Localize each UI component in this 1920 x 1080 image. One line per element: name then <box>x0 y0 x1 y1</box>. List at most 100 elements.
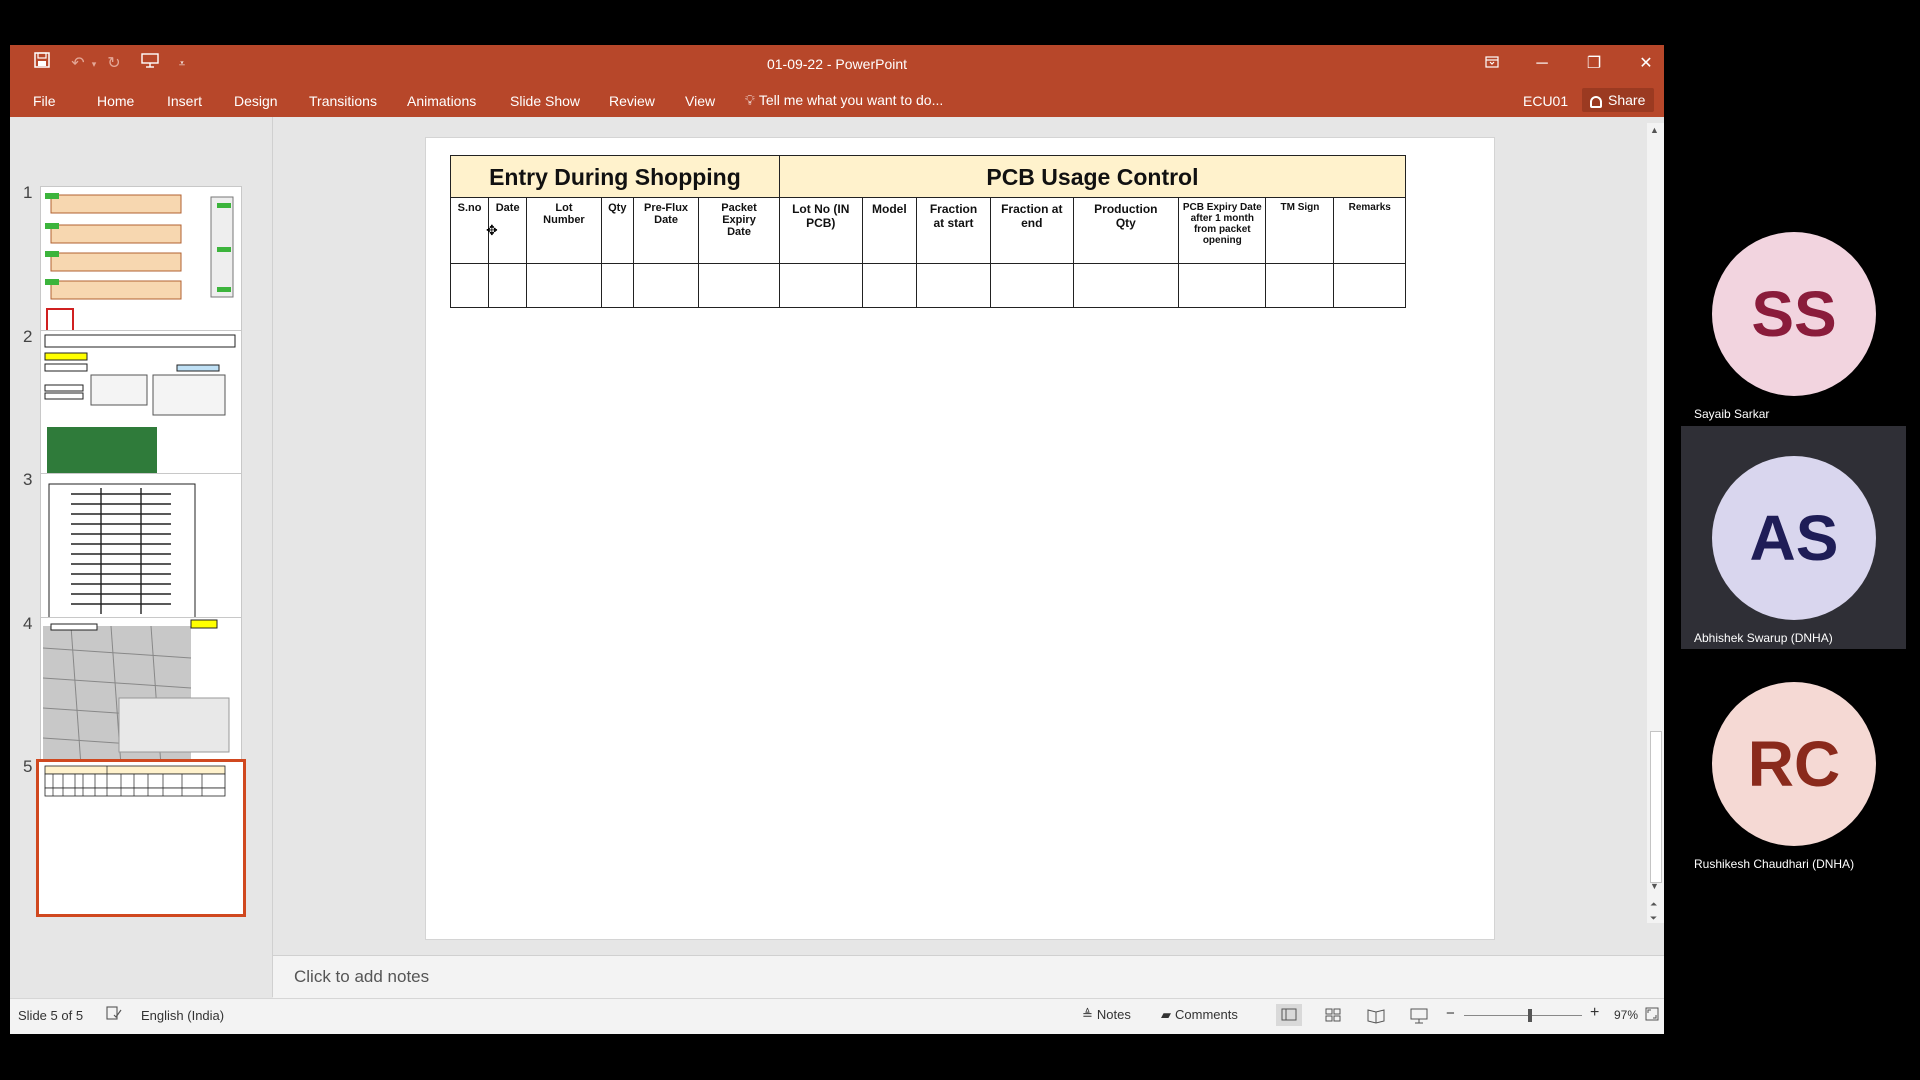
col-header[interactable]: Packet Expiry Date <box>698 197 780 264</box>
pcb-usage-table[interactable]: Entry During Shopping PCB Usage Control … <box>449 155 1407 308</box>
participant-avatar[interactable]: AS <box>1712 456 1876 620</box>
slide-thumbnail-5[interactable] <box>36 759 246 917</box>
zoom-level[interactable]: 97% <box>1614 1008 1638 1022</box>
table-cell[interactable] <box>1178 263 1267 308</box>
notes-icon: ≜ <box>1082 1007 1093 1022</box>
table-cell[interactable] <box>600 263 634 308</box>
table-cell[interactable] <box>861 263 918 308</box>
person-icon <box>1590 96 1602 108</box>
spell-check-icon[interactable] <box>106 1006 122 1023</box>
slide-thumbnail-3[interactable] <box>40 473 242 625</box>
language-indicator[interactable]: English (India) <box>141 1008 224 1023</box>
zoom-slider[interactable] <box>1464 1009 1582 1022</box>
powerpoint-window: ↶ ▾ ↻ ⩡ 01-09-22 - PowerPoint ─ ❐ ✕ File… <box>10 45 1664 1034</box>
col-header[interactable]: TM Sign <box>1265 197 1335 264</box>
col-header[interactable]: Remarks <box>1333 197 1406 264</box>
thumbnail-number: 4 <box>23 614 33 633</box>
thumbnail-number: 2 <box>23 327 33 346</box>
table-cell[interactable] <box>1072 263 1180 308</box>
table-cell[interactable] <box>778 263 863 308</box>
col-header[interactable]: PCB Expiry Date after 1 month from packe… <box>1178 197 1267 264</box>
zoom-out-icon[interactable]: − <box>1446 1005 1455 1022</box>
col-header[interactable]: Qty <box>600 197 634 264</box>
tab-slide-show[interactable]: Slide Show <box>510 93 580 109</box>
slide-thumbnail-pane: 1 2 3 4 5 <box>10 117 273 997</box>
slide-canvas[interactable]: Entry During Shopping PCB Usage Control … <box>425 137 1495 940</box>
tab-review[interactable]: Review <box>609 93 655 109</box>
title-bar: ↶ ▾ ↻ ⩡ 01-09-22 - PowerPoint ─ ❐ ✕ <box>10 45 1664 83</box>
participant-name: Rushikesh Chaudhari (DNHA) <box>1694 857 1855 871</box>
normal-view-button[interactable] <box>1276 1004 1302 1026</box>
participant-avatar[interactable]: RC <box>1712 682 1876 846</box>
table-cell[interactable] <box>1333 263 1406 308</box>
scroll-thumb[interactable] <box>1650 731 1662 883</box>
table-cell[interactable] <box>526 263 602 308</box>
thumbnail-number: 3 <box>23 470 33 489</box>
notes-pane[interactable]: Click to add notes <box>273 955 1664 998</box>
tell-me-search[interactable]: 💡︎ Tell me what you want to do... <box>745 92 943 109</box>
zoom-in-icon[interactable]: + <box>1590 1004 1599 1022</box>
tab-animations[interactable]: Animations <box>407 93 476 109</box>
slide-counter: Slide 5 of 5 <box>18 1008 84 1023</box>
table-cell[interactable] <box>632 263 700 308</box>
tell-me-text: Tell me what you want to do... <box>758 92 944 108</box>
close-button[interactable]: ✕ <box>1624 49 1668 79</box>
participant-avatar[interactable]: SS <box>1712 232 1876 396</box>
share-button[interactable]: Share <box>1582 88 1654 112</box>
col-header[interactable]: Pre-Flux Date <box>632 197 700 264</box>
table-cell[interactable] <box>1265 263 1335 308</box>
zoom-slider-thumb[interactable] <box>1528 1009 1533 1022</box>
col-header[interactable]: Model <box>861 197 918 264</box>
col-header[interactable]: Fraction at end <box>990 197 1074 264</box>
status-bar: Slide 5 of 5 English (India) ≜ Notes ▰ Com… <box>10 998 1664 1034</box>
slide-editor: Entry During Shopping PCB Usage Control … <box>273 117 1664 955</box>
table-cell[interactable] <box>698 263 780 308</box>
participant-name: Abhishek Swarup (DNHA) <box>1694 631 1833 645</box>
slide-sorter-button[interactable] <box>1320 1004 1346 1026</box>
ribbon-tabs: File Home Insert Design Transitions Anim… <box>10 83 1664 117</box>
col-header[interactable]: Lot Number <box>526 197 602 264</box>
vertical-scrollbar[interactable]: ▲ ▼ ⏶ ⏷ <box>1647 123 1664 923</box>
table-cell[interactable] <box>916 263 991 308</box>
comments-label: Comments <box>1175 1007 1238 1022</box>
table-cell[interactable] <box>449 263 490 308</box>
tab-design[interactable]: Design <box>234 93 278 109</box>
next-slide-icon[interactable]: ⏷ <box>1650 913 1657 924</box>
entry-during-shopping-header[interactable]: Entry During Shopping <box>450 155 780 198</box>
reading-view-button[interactable] <box>1363 1004 1389 1026</box>
pcb-usage-control-header[interactable]: PCB Usage Control <box>778 155 1407 198</box>
tab-view[interactable]: View <box>685 93 715 109</box>
document-title: 01-09-22 - PowerPoint <box>766 56 908 72</box>
lightbulb-icon: 💡︎ <box>745 92 755 108</box>
share-label: Share <box>1608 92 1646 108</box>
col-header[interactable]: Production Qty <box>1072 197 1180 264</box>
previous-slide-icon[interactable]: ⏶ <box>1650 899 1657 910</box>
tab-file[interactable]: File <box>33 93 56 109</box>
ribbon-display-options-icon[interactable] <box>1470 49 1514 79</box>
tab-home[interactable]: Home <box>97 93 134 109</box>
tab-transitions[interactable]: Transitions <box>309 93 377 109</box>
account-name[interactable]: ECU01 <box>1523 93 1568 109</box>
slide-show-button[interactable] <box>1406 1004 1432 1026</box>
slide-thumbnail-2[interactable] <box>40 330 242 482</box>
table-cell[interactable] <box>488 263 528 308</box>
comments-toggle[interactable]: ▰ Comments <box>1161 1007 1238 1023</box>
minimize-button[interactable]: ─ <box>1520 49 1564 79</box>
slide-thumbnail-4[interactable] <box>40 617 242 769</box>
thumbnail-number: 1 <box>23 183 33 202</box>
slide-thumbnail-1[interactable] <box>40 186 242 338</box>
thumbnail-number: 5 <box>23 757 33 776</box>
tab-insert[interactable]: Insert <box>167 93 202 109</box>
col-header[interactable]: Fraction at start <box>916 197 991 264</box>
col-header[interactable]: S.no <box>449 197 490 264</box>
table-cell[interactable] <box>990 263 1074 308</box>
restore-button[interactable]: ❐ <box>1572 49 1616 79</box>
fit-to-window-icon[interactable] <box>1645 1007 1659 1024</box>
scroll-down-icon[interactable]: ▼ <box>1650 881 1659 891</box>
col-header[interactable]: Lot No (IN PCB) <box>778 197 863 264</box>
scroll-up-icon[interactable]: ▲ <box>1650 125 1659 135</box>
participant-name: Sayaib Sarkar <box>1694 407 1770 421</box>
notes-toggle[interactable]: ≜ Notes <box>1082 1007 1131 1023</box>
notes-placeholder[interactable]: Click to add notes <box>294 967 429 987</box>
notes-label: Notes <box>1096 1007 1131 1022</box>
